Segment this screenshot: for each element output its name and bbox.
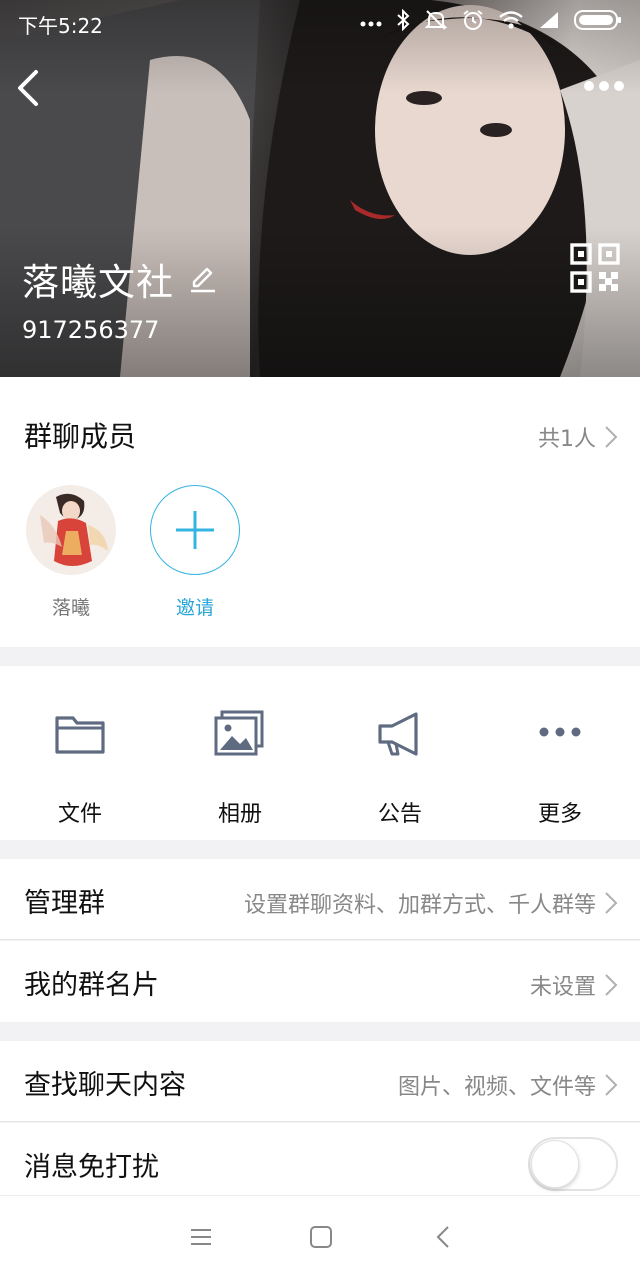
home-square-icon [310,1226,332,1248]
chevron-right-icon [605,1074,618,1096]
member-item[interactable]: 落曦 [26,485,116,620]
battery-icon [574,9,622,35]
my-group-card-row[interactable]: 我的群名片 未设置 [0,941,640,1022]
do-not-disturb-toggle[interactable] [528,1137,618,1191]
action-announcement[interactable]: 公告 [320,706,480,828]
action-files-label: 文件 [57,802,102,827]
my-group-card-title: 我的群名片 [24,970,159,1001]
manage-group-value: 设置群聊资料、加群方式、千人群等 [244,887,618,919]
action-album[interactable]: 相册 [160,706,320,828]
chevron-right-icon [605,426,618,448]
menu-nav-button[interactable] [186,1222,216,1252]
search-chat-title: 查找聊天内容 [24,1070,186,1101]
do-not-disturb-row: 消息免打扰 [0,1123,640,1204]
manage-group-title: 管理群 [24,888,105,919]
member-avatar [26,485,116,575]
group-name: 落曦文社 [22,261,174,304]
manage-group-row[interactable]: 管理群 设置群聊资料、加群方式、千人群等 [0,859,640,940]
plus-icon [176,511,214,549]
divider [0,939,640,940]
bluetooth-icon [396,8,410,35]
group-header: 下午5:22 落曦文社 917256377 [0,0,640,377]
search-chat-desc: 图片、视频、文件等 [397,1075,596,1100]
member-name: 落曦 [51,597,90,619]
toggle-knob [531,1140,579,1188]
chevron-right-icon [605,892,618,914]
members-count-link[interactable]: 共1人 [538,421,618,453]
mute-icon [424,9,448,35]
status-icons [360,8,622,35]
edit-name-button[interactable] [188,264,218,294]
alarm-icon [462,9,484,35]
folder-icon [55,716,105,754]
album-icon [214,710,264,756]
back-arrow-icon [18,70,38,106]
action-files[interactable]: 文件 [0,706,160,828]
members-section: 群聊成员 共1人 落曦 邀请 [0,377,640,647]
search-chat-value: 图片、视频、文件等 [398,1069,618,1101]
members-title: 群聊成员 [24,420,137,453]
dots-icon [360,13,382,32]
back-button[interactable] [10,64,50,112]
manage-group-desc: 设置群聊资料、加群方式、千人群等 [243,893,596,918]
my-group-card-value: 未设置 [530,969,618,1001]
action-announcement-label: 公告 [377,802,422,827]
quick-actions: 文件 相册 公告 更多 [0,666,640,840]
divider [0,1121,640,1122]
megaphone-icon [378,712,418,756]
invite-label: 邀请 [175,597,214,619]
status-bar: 下午5:22 [0,0,640,44]
menu-icon [191,1229,211,1245]
more-options-button[interactable] [582,72,626,100]
wifi-icon [498,10,524,34]
group-id: 917256377 [22,316,160,344]
back-nav-button[interactable] [428,1222,458,1252]
back-nav-icon [436,1226,449,1248]
qr-code-button[interactable] [570,243,620,293]
status-time: 下午5:22 [18,14,103,38]
invite-member-button[interactable]: 邀请 [150,485,240,620]
search-chat-row[interactable]: 查找聊天内容 图片、视频、文件等 [0,1041,640,1122]
chevron-right-icon [605,974,618,996]
qr-code-icon [570,243,620,293]
more-dots-icon [539,727,581,737]
more-options-icon [584,81,624,91]
pencil-icon [191,267,215,293]
action-more-label: 更多 [537,802,582,827]
system-nav-bar [0,1195,640,1280]
do-not-disturb-title: 消息免打扰 [24,1152,159,1183]
action-album-label: 相册 [217,802,262,827]
invite-circle [150,485,240,575]
home-nav-button[interactable] [306,1222,336,1252]
signal-icon [538,10,560,34]
action-more[interactable]: 更多 [480,706,640,828]
my-group-card-status: 未设置 [529,975,596,1000]
members-count: 共1人 [538,427,596,452]
group-name-row: 落曦文社 [22,252,218,306]
